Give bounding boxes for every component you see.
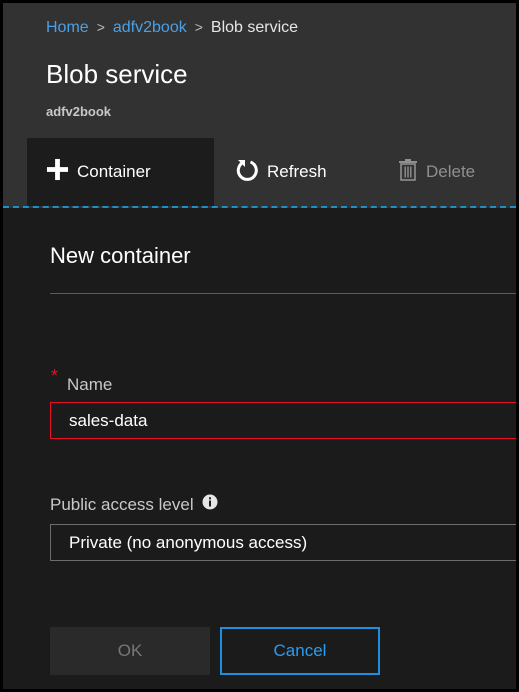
refresh-label: Refresh bbox=[267, 162, 327, 181]
public-access-label-text: Public access level bbox=[50, 494, 194, 514]
public-access-select[interactable]: Private (no anonymous access) bbox=[50, 524, 516, 561]
public-access-selected-value: Private (no anonymous access) bbox=[69, 532, 308, 552]
required-marker: * bbox=[51, 366, 59, 386]
breadcrumb-home-link[interactable]: Home bbox=[46, 19, 89, 36]
add-container-button[interactable]: Container bbox=[27, 138, 214, 206]
panel-title: New container bbox=[50, 243, 191, 268]
command-bar: Container Refresh Delete bbox=[3, 138, 516, 208]
page-title: Blob service bbox=[46, 59, 188, 89]
container-name-value: sales-data bbox=[69, 410, 148, 430]
blade-header: Home > adfv2book > Blob service Blob service… bbox=[3, 3, 516, 138]
cancel-button[interactable]: Cancel bbox=[220, 627, 380, 675]
new-container-panel: New container * Name sales-data Public a… bbox=[3, 208, 516, 689]
delete-label: Delete bbox=[426, 162, 476, 181]
breadcrumb-account-link[interactable]: adfv2book bbox=[113, 19, 187, 36]
info-icon[interactable] bbox=[194, 494, 218, 515]
page-subtitle: adfv2book bbox=[46, 104, 112, 119]
ok-button[interactable]: OK bbox=[50, 627, 210, 675]
add-container-label: Container bbox=[77, 162, 151, 181]
refresh-button[interactable]: Refresh bbox=[235, 138, 327, 206]
breadcrumb-separator: > bbox=[96, 19, 105, 35]
delete-button[interactable]: Delete bbox=[398, 138, 475, 206]
breadcrumb-separator: > bbox=[194, 19, 203, 35]
plus-icon bbox=[46, 158, 69, 186]
name-label: Name bbox=[67, 375, 113, 394]
refresh-icon bbox=[235, 158, 259, 187]
breadcrumb-current: Blob service bbox=[210, 19, 299, 36]
public-access-label: Public access level bbox=[50, 494, 218, 515]
breadcrumb: Home > adfv2book > Blob service bbox=[46, 19, 298, 37]
blob-service-window: Home > adfv2book > Blob service Blob service… bbox=[0, 0, 519, 692]
divider bbox=[50, 293, 516, 294]
container-name-input[interactable]: sales-data bbox=[50, 402, 516, 439]
trash-icon bbox=[398, 158, 418, 186]
